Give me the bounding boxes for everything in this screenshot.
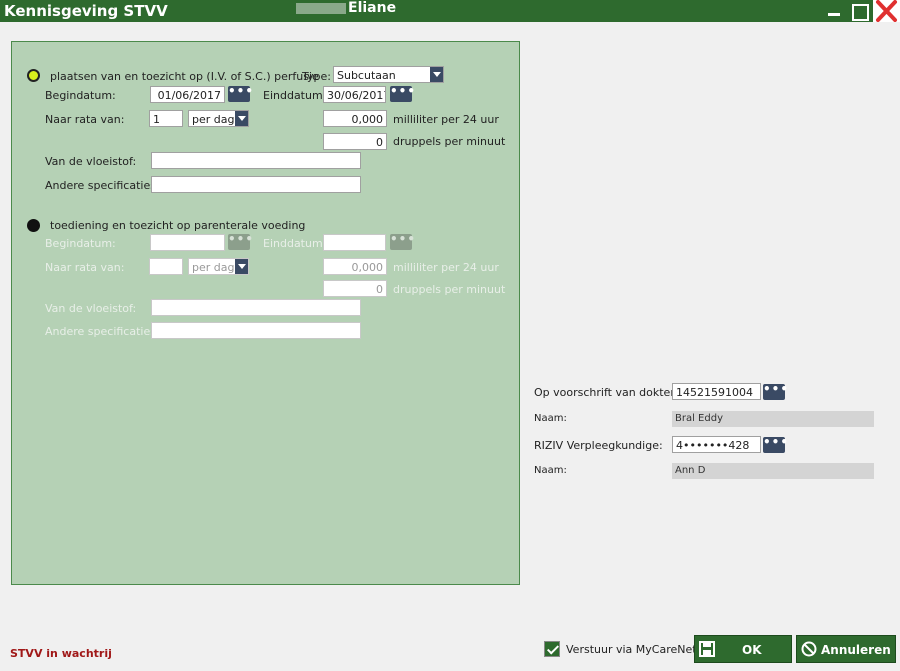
ok-button[interactable]: OK <box>694 635 792 663</box>
doctor-label: Op voorschrift van dokter: <box>534 386 679 399</box>
nurse-name-value: Ann D <box>672 463 874 479</box>
stvv-form-panel: plaatsen van en toezicht op (I.V. of S.C… <box>11 41 520 585</box>
druppels2-label: druppels per minuut <box>393 283 506 296</box>
doctor-name-label: Naam: <box>534 413 567 424</box>
type-select-value: Subcutaan <box>337 69 396 82</box>
save-icon <box>699 641 715 657</box>
status-text: STVV in wachtrij <box>10 647 112 660</box>
chevron-down-icon <box>430 67 443 82</box>
druppels-input[interactable]: 0 <box>323 133 387 150</box>
begindatum-input[interactable]: 01/06/2017 <box>150 86 225 103</box>
vloeistof2-input[interactable] <box>151 299 361 316</box>
rata2-unit-value: per dag <box>192 261 235 274</box>
vloeistof-label: Van de vloeistof: <box>45 155 137 168</box>
maximize-icon[interactable] <box>847 0 871 22</box>
cancel-icon <box>801 641 817 657</box>
nurse-name-label: Naam: <box>534 465 567 476</box>
nurse-riziv-input[interactable]: 4•••••••428 <box>672 436 761 453</box>
ok-label: OK <box>742 643 762 657</box>
section2-label: toediening en toezicht op parenterale vo… <box>50 219 306 232</box>
begindatum2-picker-button[interactable]: ••• <box>228 233 253 250</box>
begindatum-label: Begindatum: <box>45 89 116 102</box>
einddatum2-picker-button[interactable]: ••• <box>390 233 415 250</box>
section1-label: plaatsen van en toezicht op (I.V. of S.C… <box>50 70 319 83</box>
ml2-input[interactable]: 0,000 <box>323 258 387 275</box>
type-label: Type: <box>302 70 331 83</box>
type-select[interactable]: Subcutaan <box>333 66 444 83</box>
minimize-icon[interactable] <box>822 0 846 22</box>
spec2-input[interactable] <box>151 322 361 339</box>
doctor-riziv-input[interactable]: 14521591004 <box>672 383 761 400</box>
cancel-button[interactable]: Annuleren <box>796 635 896 663</box>
mycarenet-label: Verstuur via MyCareNet <box>566 643 697 656</box>
einddatum2-label: Einddatum: <box>263 237 327 250</box>
cancel-label: Annuleren <box>821 643 891 657</box>
einddatum2-input[interactable] <box>323 234 386 251</box>
chevron-down-icon <box>235 111 248 126</box>
radio-parenterale-voeding[interactable] <box>27 219 40 232</box>
window-title: Kennisgeving STVV <box>4 2 168 20</box>
rata2-label: Naar rata van: <box>45 261 125 274</box>
mycarenet-checkbox[interactable] <box>544 641 560 657</box>
rata2-unit-select[interactable]: per dag <box>188 258 249 275</box>
nurse-lookup-button[interactable]: ••• <box>763 436 788 453</box>
einddatum-picker-button[interactable]: ••• <box>390 85 415 102</box>
redacted-block <box>296 2 346 14</box>
patient-name: Eliane <box>296 0 396 16</box>
begindatum2-input[interactable] <box>150 234 225 251</box>
rata-unit-select[interactable]: per dag <box>188 110 249 127</box>
einddatum-input[interactable]: 30/06/2017 <box>323 86 386 103</box>
vloeistof2-label: Van de vloeistof: <box>45 302 137 315</box>
doctor-lookup-button[interactable]: ••• <box>763 383 788 400</box>
spec-label: Andere specificaties: <box>45 179 160 192</box>
rata-unit-value: per dag <box>192 113 235 126</box>
rata-input[interactable]: 1 <box>149 110 183 127</box>
title-bar: Kennisgeving STVV Eliane <box>0 0 900 22</box>
close-icon[interactable] <box>873 0 900 22</box>
druppels2-input[interactable]: 0 <box>323 280 387 297</box>
rata2-input[interactable] <box>149 258 183 275</box>
patient-first-name: Eliane <box>348 0 397 16</box>
rata-label: Naar rata van: <box>45 113 125 126</box>
doctor-name-value: Bral Eddy <box>672 411 874 427</box>
vloeistof-input[interactable] <box>151 152 361 169</box>
nurse-label: RIZIV Verpleegkundige: <box>534 439 663 452</box>
ml2-label: milliliter per 24 uur <box>393 261 499 274</box>
spec2-label: Andere specificaties: <box>45 325 160 338</box>
einddatum-label: Einddatum: <box>263 89 327 102</box>
spec-input[interactable] <box>151 176 361 193</box>
begindatum2-label: Begindatum: <box>45 237 116 250</box>
chevron-down-icon <box>235 259 248 274</box>
ml-input[interactable]: 0,000 <box>323 110 387 127</box>
begindatum-picker-button[interactable]: ••• <box>228 85 253 102</box>
radio-perfusie[interactable] <box>27 69 40 82</box>
ml-label: milliliter per 24 uur <box>393 113 499 126</box>
druppels-label: druppels per minuut <box>393 135 506 148</box>
